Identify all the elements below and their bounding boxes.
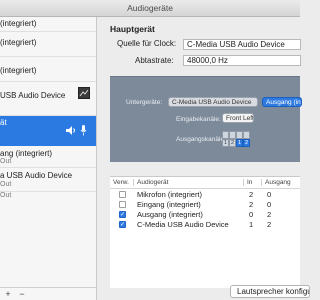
use-checkbox[interactable] [119,191,126,198]
sidebar-device-name: USB Audio Device [0,91,66,100]
add-device-button[interactable]: + [2,289,14,300]
sidebar-device-name: a USB Audio Device [0,171,73,180]
output-channel-toggle[interactable] [222,131,229,139]
remove-device-button[interactable]: − [16,289,28,300]
output-channel-toggle[interactable] [243,131,250,139]
microphone-icon [80,125,87,136]
sidebar-device-name: (integriert) [0,66,37,75]
sidebar-device[interactable]: ang (integriert) Out [0,146,96,168]
input-channel-front-left[interactable]: Front Left [222,113,254,123]
subdevice-cmedia[interactable]: C-Media USB Audio Device [168,97,258,107]
table-row[interactable]: Eingang (integriert) 2 0 [110,200,300,210]
output-channels-label: Ausgangskanäle: [176,136,226,143]
sidebar-device-sub: Out [0,181,12,188]
column-separator [133,179,134,186]
output-count-cell: 2 [267,210,272,219]
table-row[interactable]: Mikrofon (integriert) 2 0 [110,190,300,200]
sidebar-device[interactable]: (integriert) [0,17,96,32]
sidebar-device[interactable]: USB Audio Device [0,82,96,116]
output-count-cell: 2 [267,220,272,229]
output-channel-number: 1 [236,139,243,147]
output-channel-toggle[interactable] [229,131,236,139]
table-header: Verw. Audiogerät In Ausgang [110,177,300,189]
sample-rate-label: Abtastrate: [135,56,174,65]
sidebar-device-sub: Out [0,192,12,199]
use-checkbox-checked[interactable]: ✓ [119,221,126,228]
sidebar-device-selected[interactable]: ät [0,116,96,146]
table-row[interactable]: ✓ Ausgang (integriert) 0 2 [110,210,300,220]
device-detail-pane: Hauptgerät Quelle für Clock: C-Media USB… [97,17,310,300]
subdevice-panel: Untergeräte: C-Media USB Audio Device Au… [110,76,302,162]
column-header-out[interactable]: Ausgang [265,177,291,188]
output-count-cell: 0 [267,200,272,209]
sidebar-device[interactable]: (integriert) [0,57,96,82]
input-count-cell: 2 [249,200,254,209]
use-checkbox-checked[interactable]: ✓ [119,211,126,218]
clock-source-label: Quelle für Clock: [117,39,177,48]
sidebar-device-sub: Out [0,158,12,165]
sidebar-device-name: ät [0,118,7,127]
device-name-cell: Eingang (integriert) [137,200,201,209]
column-separator [261,179,262,186]
clock-source-select[interactable]: C-Media USB Audio Device [183,39,301,50]
device-table: Verw. Audiogerät In Ausgang Mikrofon (in… [110,176,300,288]
device-name-cell: Mikrofon (integriert) [137,190,203,199]
sidebar-footer: + − [0,287,96,300]
input-channels-label: Eingabekanäle: [176,116,221,123]
output-count-cell: 0 [267,190,272,199]
column-header-device[interactable]: Audiogerät [137,177,168,188]
configure-speakers-button[interactable]: Lautsprecher konfigurieren [230,285,310,298]
section-heading: Hauptgerät [110,24,155,34]
device-sidebar: (integriert) (integriert) (integriert) U… [0,17,97,300]
sidebar-device[interactable]: (integriert) [0,32,96,57]
table-row[interactable]: ✓ C-Media USB Audio Device 1 2 [110,220,300,230]
column-header-use[interactable]: Verw. [113,177,129,188]
input-count-cell: 1 [249,220,254,229]
speaker-icon [66,126,75,135]
device-name-cell: Ausgang (integriert) [137,210,203,219]
sample-rate-select[interactable]: 48000,0 Hz [183,55,301,66]
input-count-cell: 2 [249,190,254,199]
subdevice-output[interactable]: Ausgang (integriert) [262,97,302,107]
output-channel-number: 2 [229,139,236,147]
aggregate-device-icon [78,87,90,99]
sidebar-device[interactable]: a USB Audio Device Out [0,168,96,192]
output-channel-toggle[interactable] [236,131,243,139]
sidebar-device[interactable]: Out [0,192,96,208]
sidebar-device-name: (integriert) [0,38,37,47]
window-title: Audiogeräte [0,0,300,17]
output-channel-number: 2 [243,139,250,147]
input-count-cell: 0 [249,210,254,219]
output-channel-number: 1 [222,139,229,147]
subdevices-label: Untergeräte: [126,99,163,106]
use-checkbox[interactable] [119,201,126,208]
column-separator [243,179,244,186]
device-name-cell: C-Media USB Audio Device [137,220,229,229]
column-header-in[interactable]: In [247,177,252,188]
sidebar-device-name: ang (integriert) [0,149,53,158]
sidebar-device-name: (integriert) [0,19,37,28]
